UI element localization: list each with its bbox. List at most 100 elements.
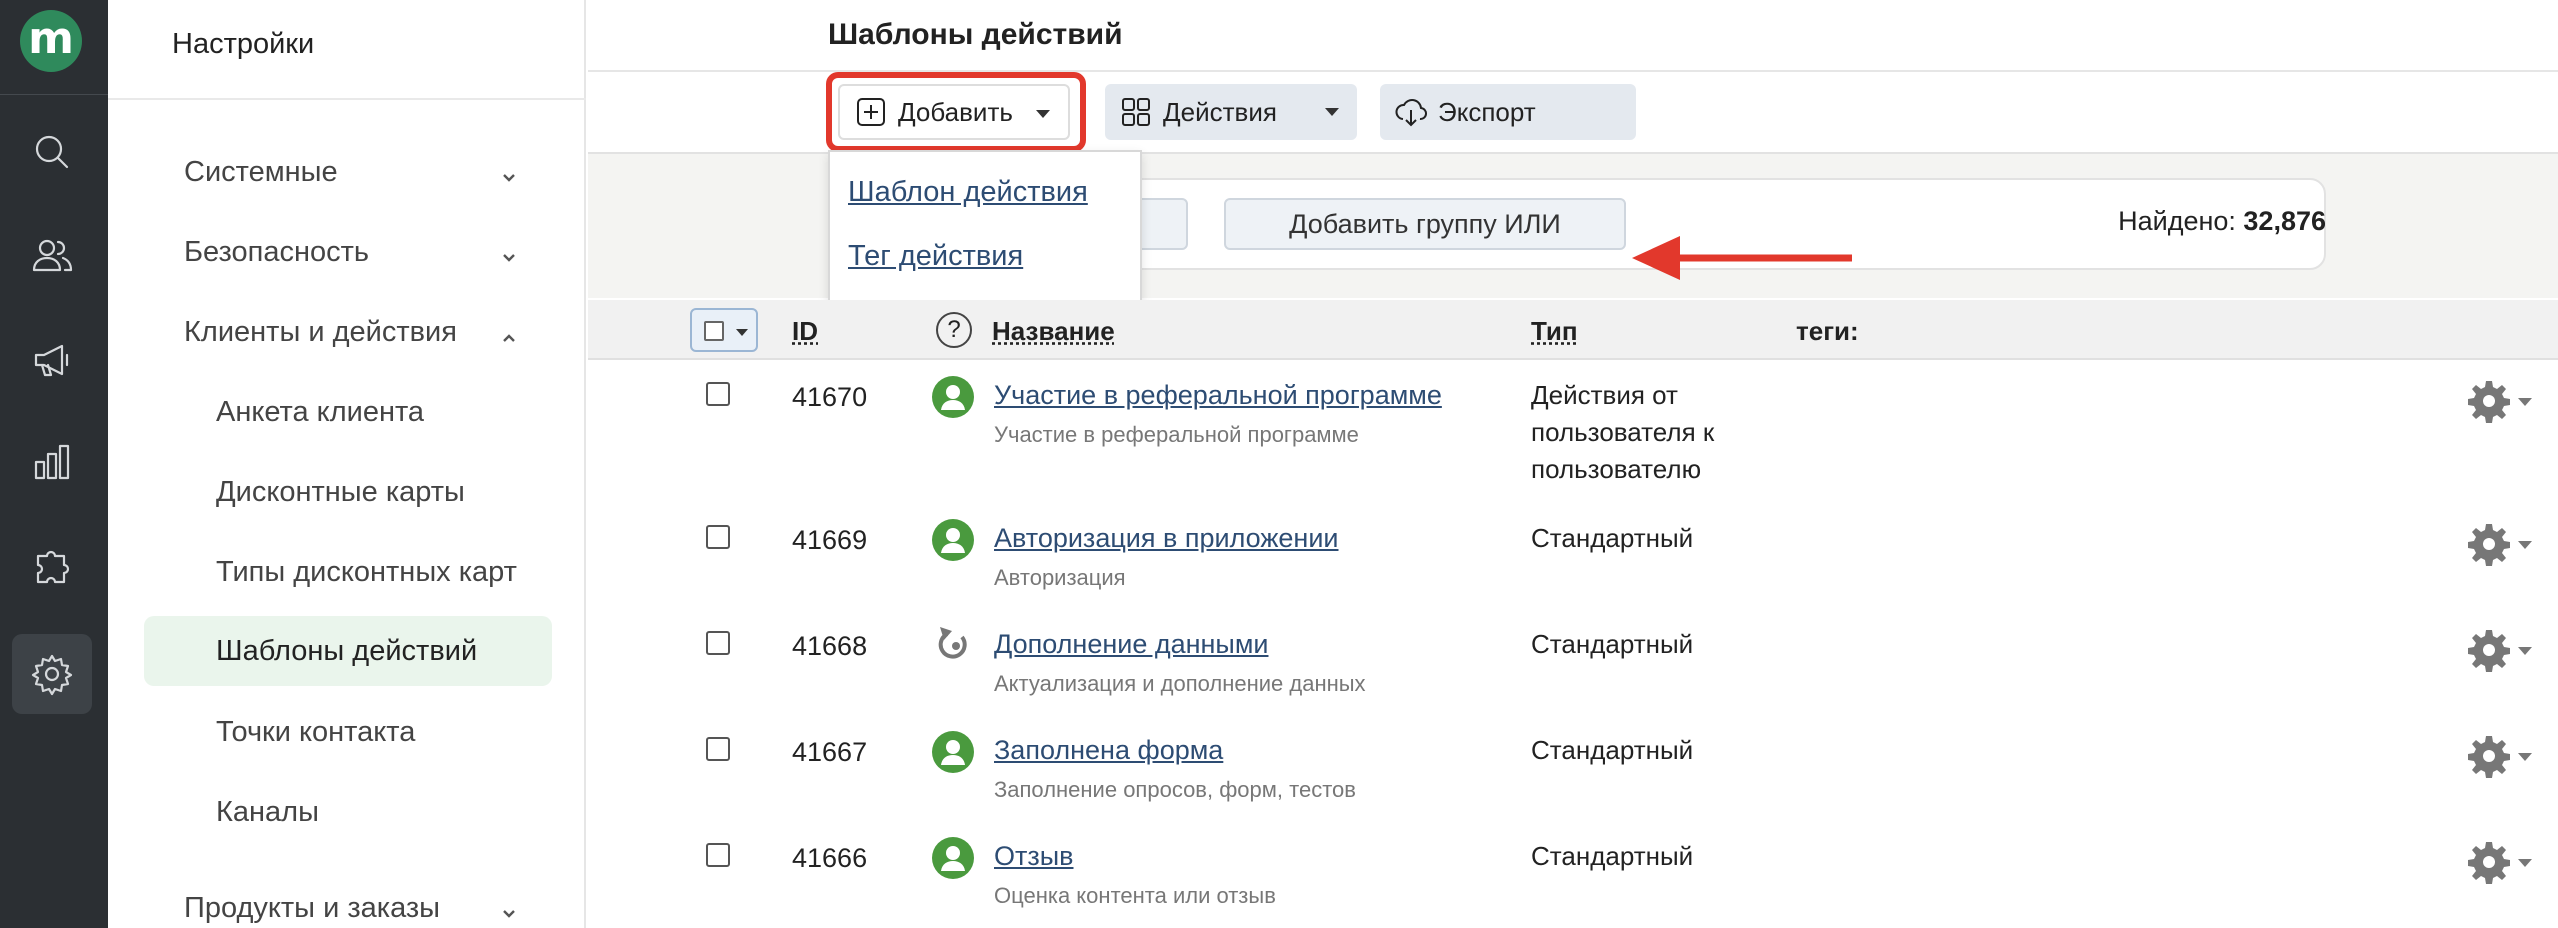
menu-item-action-template[interactable]: Шаблон действия bbox=[848, 176, 1088, 209]
sidebar-item-action-templates[interactable]: Шаблоны действий bbox=[144, 616, 552, 686]
row-name-link[interactable]: Участие в реферальной программе bbox=[994, 380, 1442, 411]
users-icon[interactable] bbox=[22, 226, 82, 286]
sidebar-item-label: Точки контакта bbox=[216, 716, 415, 749]
actions-button[interactable]: Действия bbox=[1105, 84, 1357, 140]
caret-down-icon[interactable] bbox=[2518, 541, 2532, 549]
sidebar-item-channels[interactable]: Каналы bbox=[144, 777, 552, 847]
row-checkbox[interactable] bbox=[706, 843, 730, 867]
sidebar-item-label: Клиенты и действия bbox=[184, 316, 457, 349]
row-description: Участие в реферальной программе bbox=[994, 422, 1359, 448]
row-id: 41668 bbox=[792, 631, 867, 662]
row-id: 41666 bbox=[792, 843, 867, 874]
add-dropdown-menu: Шаблон действия Тег действия bbox=[828, 150, 1142, 302]
app-logo[interactable]: m bbox=[20, 10, 82, 72]
caret-down-icon[interactable] bbox=[2518, 753, 2532, 761]
sidebar-item-label: Безопасность bbox=[184, 236, 369, 269]
row-checkbox[interactable] bbox=[706, 737, 730, 761]
row-description: Актуализация и дополнение данных bbox=[994, 671, 1366, 697]
row-id: 41670 bbox=[792, 382, 867, 413]
help-icon[interactable]: ? bbox=[936, 312, 972, 348]
menu-item-action-tag[interactable]: Тег действия bbox=[848, 240, 1023, 273]
sidebar-item-label: Продукты и заказы bbox=[184, 892, 440, 925]
row-description: Заполнение опросов, форм, тестов bbox=[994, 777, 1356, 803]
cloud-download-icon bbox=[1394, 95, 1428, 129]
chevron-down-icon bbox=[500, 162, 518, 180]
row-settings-gear-icon[interactable] bbox=[2466, 733, 2512, 779]
sidebar-divider bbox=[108, 98, 586, 100]
sidebar-item-discount-card-types[interactable]: Типы дисконтных карт bbox=[144, 537, 552, 607]
select-all-dropdown[interactable] bbox=[690, 308, 758, 352]
row-name-link[interactable]: Авторизация в приложении bbox=[994, 523, 1339, 554]
export-button-label: Экспорт bbox=[1438, 97, 1536, 128]
sidebar-item-security[interactable]: Безопасность bbox=[144, 217, 552, 287]
row-id: 41667 bbox=[792, 737, 867, 768]
megaphone-icon[interactable] bbox=[22, 330, 82, 390]
sidebar-item-system[interactable]: Системные bbox=[144, 137, 552, 207]
caret-down-icon[interactable] bbox=[2518, 859, 2532, 867]
row-type: Стандартный bbox=[1531, 520, 1771, 557]
row-checkbox[interactable] bbox=[706, 525, 730, 549]
row-description: Оценка контента или отзыв bbox=[994, 883, 1276, 909]
column-header-name[interactable]: Название bbox=[992, 316, 1115, 347]
chart-icon[interactable] bbox=[22, 432, 82, 492]
select-all-checkbox[interactable] bbox=[704, 321, 724, 341]
found-label: Найдено: bbox=[2118, 206, 2236, 236]
row-name-link[interactable]: Заполнена форма bbox=[994, 735, 1223, 766]
user-icon bbox=[932, 731, 974, 773]
row-type: Стандартный bbox=[1531, 838, 1771, 875]
caret-down-icon bbox=[736, 329, 748, 336]
row-type: Стандартный bbox=[1531, 732, 1771, 769]
grid-icon bbox=[1119, 95, 1153, 129]
sidebar-item-products-orders[interactable]: Продукты и заказы bbox=[144, 873, 552, 928]
sidebar-item-label: Каналы bbox=[216, 796, 319, 829]
gear-icon[interactable] bbox=[12, 634, 92, 714]
add-button-highlight bbox=[826, 72, 1086, 152]
puzzle-icon[interactable] bbox=[22, 536, 82, 596]
sidebar-item-label: Анкета клиента bbox=[216, 396, 424, 429]
chevron-down-icon bbox=[500, 898, 518, 916]
sidebar-item-label: Системные bbox=[184, 156, 338, 189]
search-icon[interactable] bbox=[22, 122, 82, 182]
row-name-link[interactable]: Отзыв bbox=[994, 841, 1074, 872]
sidebar-item-contact-points[interactable]: Точки контакта bbox=[144, 697, 552, 767]
add-or-group-button[interactable]: Добавить группу ИЛИ bbox=[1224, 198, 1626, 250]
chevron-up-icon bbox=[500, 322, 518, 340]
row-type: Действия от пользователя к пользователю bbox=[1531, 377, 1771, 488]
row-settings-gear-icon[interactable] bbox=[2466, 378, 2512, 424]
found-count: 32,876 bbox=[2243, 206, 2326, 236]
caret-down-icon[interactable] bbox=[2518, 398, 2532, 406]
refresh-data-icon bbox=[932, 623, 974, 665]
app-rail: m bbox=[0, 0, 108, 928]
settings-sidebar: Настройки Системные Безопасность Клиенты… bbox=[108, 0, 586, 928]
user-icon bbox=[932, 837, 974, 879]
chevron-down-icon bbox=[500, 242, 518, 260]
sidebar-item-client-profile[interactable]: Анкета клиента bbox=[144, 377, 552, 447]
export-button[interactable]: Экспорт bbox=[1380, 84, 1636, 140]
sidebar-item-label: Шаблоны действий bbox=[216, 635, 477, 668]
row-settings-gear-icon[interactable] bbox=[2466, 839, 2512, 885]
table-header: ID ? Название Тип теги: bbox=[588, 300, 2558, 360]
column-header-id[interactable]: ID bbox=[792, 316, 818, 347]
row-settings-gear-icon[interactable] bbox=[2466, 521, 2512, 567]
found-counter: Найдено: 32,876 bbox=[2118, 206, 2326, 237]
row-type: Стандартный bbox=[1531, 626, 1771, 663]
row-name-link[interactable]: Дополнение данными bbox=[994, 629, 1268, 660]
rail-divider bbox=[0, 94, 108, 95]
sidebar-item-discount-cards[interactable]: Дисконтные карты bbox=[144, 457, 552, 527]
caret-down-icon bbox=[1325, 108, 1339, 116]
row-settings-gear-icon[interactable] bbox=[2466, 627, 2512, 673]
caret-down-icon[interactable] bbox=[2518, 647, 2532, 655]
user-icon bbox=[932, 376, 974, 418]
main-content: Шаблоны действий о Добавить группу ИЛИ Н… bbox=[588, 0, 2558, 928]
logo-letter: m bbox=[20, 10, 82, 72]
sidebar-item-clients-actions[interactable]: Клиенты и действия bbox=[144, 297, 552, 367]
column-header-tags: теги: bbox=[1796, 316, 1859, 347]
actions-button-label: Действия bbox=[1163, 97, 1277, 128]
row-checkbox[interactable] bbox=[706, 382, 730, 406]
row-description: Авторизация bbox=[994, 565, 1126, 591]
add-or-group-label: Добавить группу ИЛИ bbox=[1289, 209, 1561, 240]
sidebar-item-label: Типы дисконтных карт bbox=[216, 556, 517, 589]
row-checkbox[interactable] bbox=[706, 631, 730, 655]
column-header-type[interactable]: Тип bbox=[1531, 316, 1578, 347]
page-title: Шаблоны действий bbox=[828, 18, 1123, 52]
